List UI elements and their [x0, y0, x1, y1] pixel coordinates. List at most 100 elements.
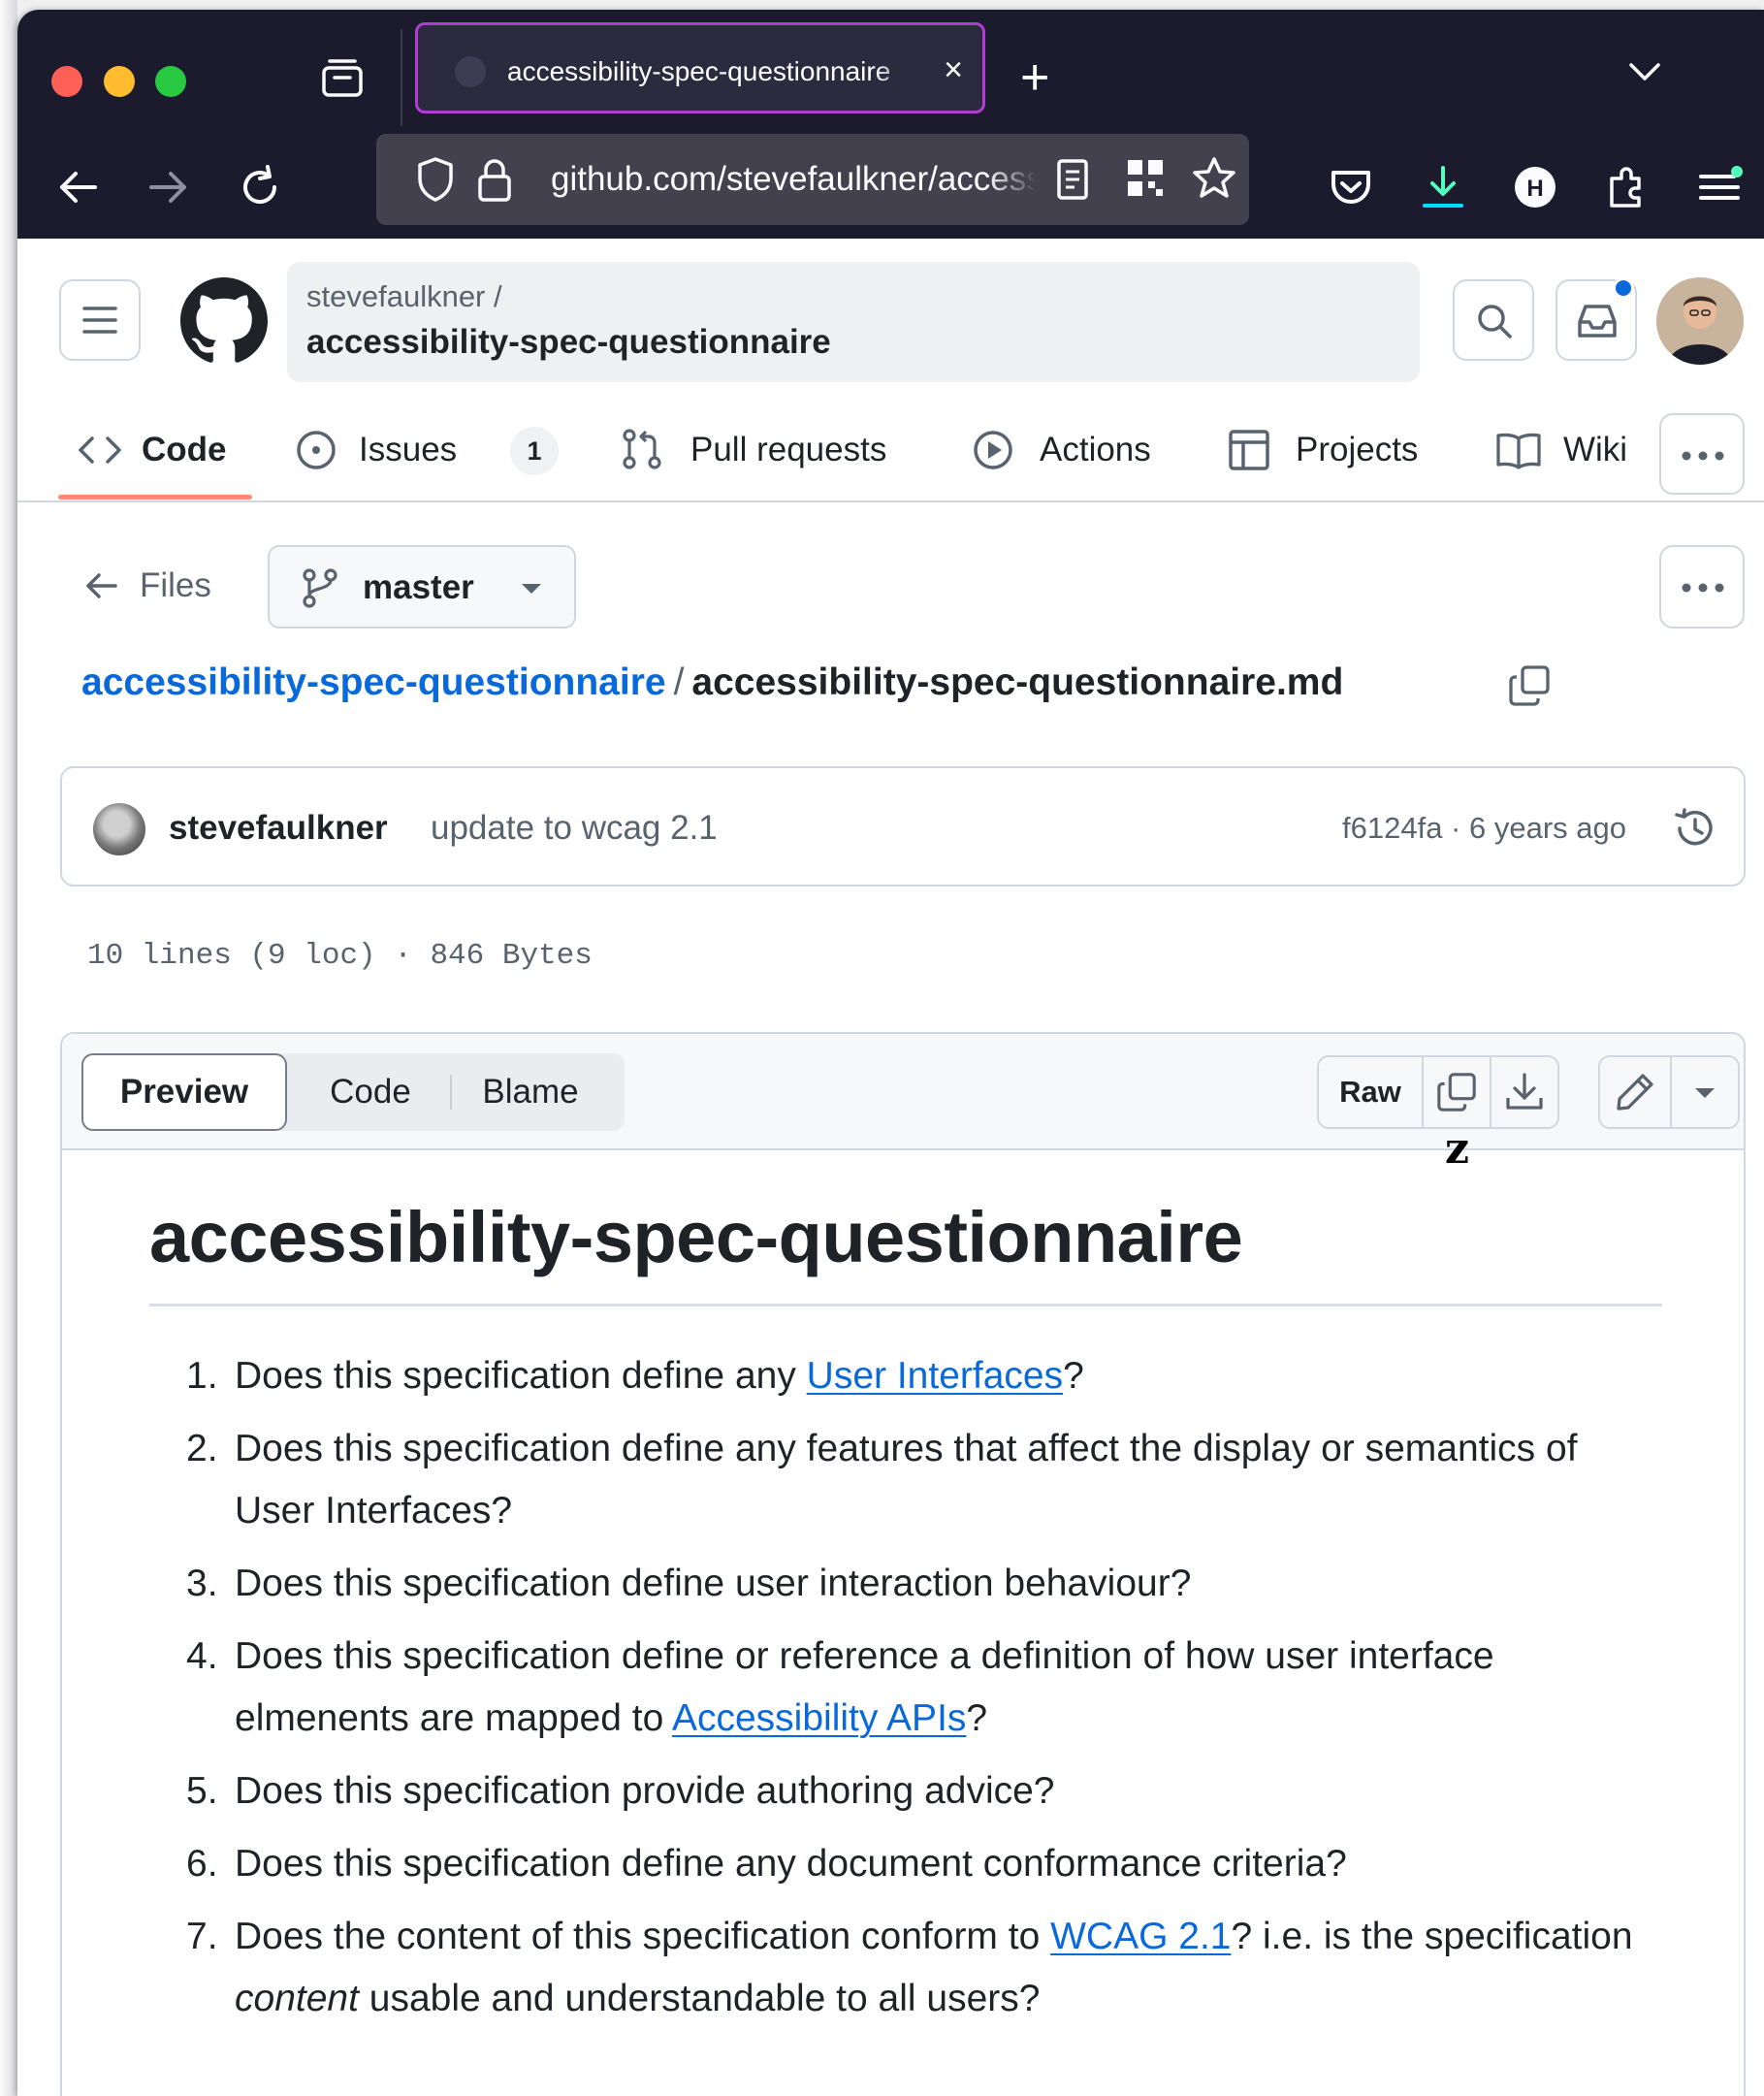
- commit-hash-and-age[interactable]: f6124fa · 6 years ago: [1342, 801, 1626, 855]
- repo-nav-more-button[interactable]: [1659, 413, 1745, 495]
- search-button[interactable]: [1453, 279, 1534, 361]
- search-icon: [1478, 305, 1512, 339]
- file-path-breadcrumb: accessibility-spec-questionnaire / accessi…: [81, 654, 1343, 712]
- edit-file-button[interactable]: [1600, 1057, 1670, 1127]
- pencil-icon: [1617, 1074, 1653, 1111]
- file-more-options-button[interactable]: [1659, 545, 1745, 629]
- extensions-icon[interactable]: [1602, 163, 1651, 211]
- edit-options-dropdown[interactable]: [1672, 1057, 1738, 1127]
- segment-divider: [450, 1075, 452, 1110]
- avatar[interactable]: [1656, 277, 1744, 365]
- author-avatar[interactable]: [93, 803, 145, 855]
- play-icon: [974, 431, 1012, 469]
- branch-name: master: [363, 568, 474, 606]
- list-item: 2. Does this specification define any fea…: [149, 1418, 1662, 1542]
- tab-issues-label: Issues: [359, 431, 458, 468]
- branch-selector-button[interactable]: master: [268, 545, 576, 629]
- path-separator: /: [673, 661, 685, 703]
- overlay-glyph: z: [1445, 1124, 1469, 1174]
- code-icon: [79, 436, 121, 464]
- list-text: ? i.e. is the specification: [1231, 1916, 1633, 1957]
- copy-raw-button[interactable]: [1424, 1057, 1490, 1127]
- reader-view-icon[interactable]: [1055, 157, 1090, 202]
- code-tab[interactable]: Code: [297, 1053, 444, 1131]
- selected-tab-underline: [58, 495, 252, 500]
- pocket-icon[interactable]: [1327, 163, 1375, 211]
- shield-icon[interactable]: [415, 155, 456, 204]
- latest-commit-box: stevefaulkner update to wcag 2.1 f6124fa…: [60, 766, 1746, 887]
- user-interfaces-link[interactable]: User Interfaces: [807, 1355, 1063, 1397]
- wcag-link[interactable]: WCAG 2.1: [1050, 1916, 1231, 1957]
- close-window-button[interactable]: [51, 66, 82, 97]
- download-icon: [1506, 1073, 1543, 1110]
- arrow-left-icon: [86, 573, 117, 598]
- history-icon[interactable]: [1672, 805, 1718, 852]
- commit-message[interactable]: update to wcag 2.1: [431, 801, 718, 855]
- user-avatar-icon: [1656, 277, 1744, 365]
- tab-title: accessibility-spec-questionnaire: [507, 56, 891, 86]
- github-logo-icon[interactable]: [180, 277, 268, 365]
- list-number: 5.: [186, 1770, 218, 1812]
- issue-opened-icon: [297, 431, 336, 469]
- chevron-down-icon[interactable]: [1627, 60, 1662, 83]
- tab-actions[interactable]: Actions: [972, 423, 1151, 477]
- hamburger-icon: [82, 306, 117, 334]
- minimize-window-button[interactable]: [104, 66, 135, 97]
- tab-projects[interactable]: Projects: [1228, 423, 1418, 477]
- lock-icon[interactable]: [475, 155, 514, 204]
- tab-wiki[interactable]: Wiki: [1495, 423, 1627, 477]
- zoom-window-button[interactable]: [155, 66, 186, 97]
- global-menu-button[interactable]: [59, 279, 141, 361]
- blame-tab[interactable]: Blame: [458, 1053, 603, 1131]
- desktop-edge: [0, 0, 17, 2096]
- reload-icon[interactable]: [236, 163, 284, 211]
- github-page: stevefaulkner / accessibility-spec-quest…: [17, 239, 1764, 2096]
- raw-button[interactable]: Raw: [1319, 1057, 1422, 1127]
- list-number: 1.: [186, 1355, 218, 1397]
- url-bar[interactable]: github.com/stevefaulkner/accessibility-s…: [376, 134, 1249, 225]
- download-icon[interactable]: [1419, 163, 1467, 211]
- files-back-link[interactable]: Files: [85, 559, 211, 613]
- path-repo-link[interactable]: accessibility-spec-questionnaire: [81, 661, 666, 703]
- list-text: Does this specification provide authorin…: [235, 1770, 1055, 1812]
- repo-owner-link[interactable]: stevefaulkner /: [306, 275, 502, 318]
- commit-author[interactable]: stevefaulkner: [169, 801, 388, 855]
- honey-extension-icon[interactable]: H: [1511, 163, 1559, 211]
- qr-code-icon[interactable]: [1125, 157, 1166, 200]
- accessibility-apis-link[interactable]: Accessibility APIs: [672, 1697, 966, 1739]
- download-raw-button[interactable]: [1491, 1057, 1557, 1127]
- preview-tab[interactable]: Preview: [81, 1053, 287, 1131]
- active-tab[interactable]: accessibility-spec-questionnaire ×: [415, 22, 985, 113]
- url-text[interactable]: github.com/stevefaulkner/accessibility-s…: [551, 155, 1036, 204]
- view-mode-switch: Preview Code Blame: [81, 1053, 625, 1131]
- list-number: 3.: [186, 1563, 218, 1604]
- list-text: Does this specification define any featu…: [235, 1428, 1578, 1532]
- tab-overview-icon[interactable]: [320, 56, 365, 99]
- repo-name-link[interactable]: accessibility-spec-questionnaire: [306, 320, 831, 365]
- list-item: 5. Does this specification provide author…: [149, 1760, 1662, 1822]
- forward-arrow-icon[interactable]: [144, 163, 192, 211]
- raw-copy-download-group: Raw: [1317, 1055, 1559, 1129]
- files-label: Files: [140, 566, 211, 604]
- new-tab-button[interactable]: +: [1020, 48, 1049, 107]
- list-text: Does the content of this specification c…: [235, 1916, 1051, 1957]
- list-number: 6.: [186, 1843, 218, 1885]
- repo-navigation: Code Issues 1 Pull requests Actions Proj…: [17, 394, 1764, 502]
- tab-separator: [401, 29, 402, 126]
- app-menu-icon[interactable]: [1695, 163, 1744, 211]
- tab-pull-requests-label: Pull requests: [690, 431, 887, 468]
- tab-code[interactable]: Code: [78, 423, 227, 477]
- kebab-horizontal-icon: [1682, 451, 1724, 461]
- list-number: 2.: [186, 1428, 218, 1469]
- copy-path-icon[interactable]: [1507, 663, 1552, 708]
- list-item: 1. Does this specification define any Use…: [149, 1345, 1662, 1407]
- bookmark-star-icon[interactable]: [1191, 155, 1237, 202]
- tab-pull-requests[interactable]: Pull requests: [621, 423, 886, 477]
- list-text: Does this specification define any docum…: [235, 1843, 1347, 1885]
- list-text: usable and understandable to all users?: [358, 1978, 1041, 2019]
- tab-close-button[interactable]: ×: [944, 50, 963, 89]
- back-arrow-icon[interactable]: [54, 163, 103, 211]
- inbox-icon: [1578, 305, 1617, 338]
- tab-issues[interactable]: Issues 1: [295, 423, 559, 477]
- list-item: 4. Does this specification define or refe…: [149, 1626, 1662, 1750]
